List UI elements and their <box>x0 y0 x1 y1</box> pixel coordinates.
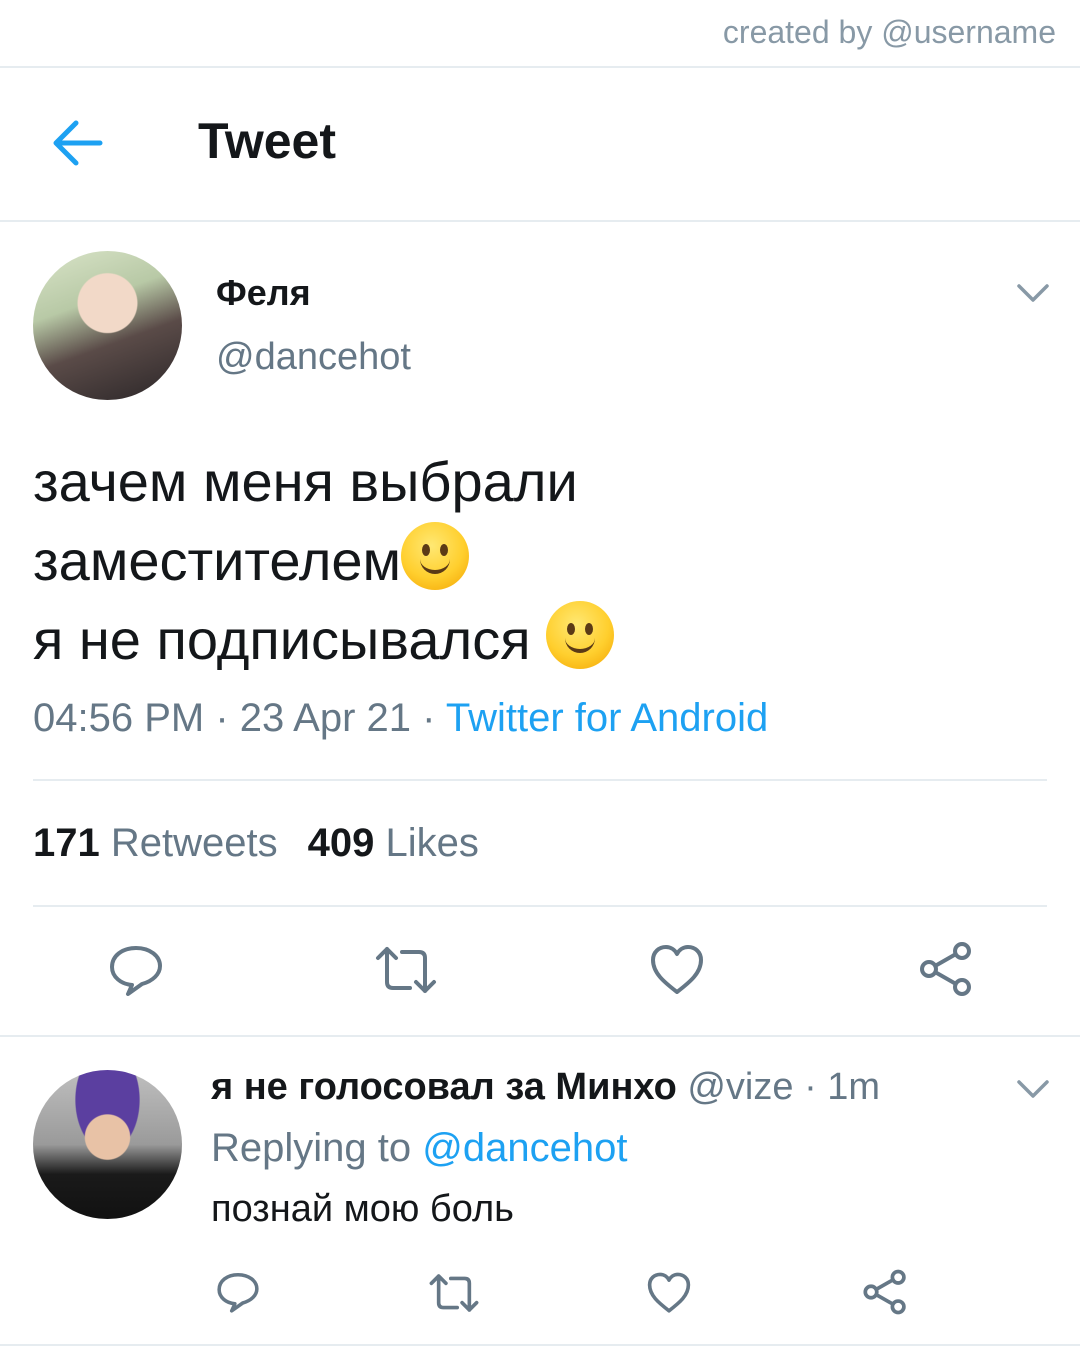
reply-icon <box>110 946 162 996</box>
smiling-face-emoji <box>401 522 470 590</box>
tweet-time: 04:56 PM <box>33 696 205 740</box>
retweets-count: 171 <box>33 821 100 865</box>
page-title: Tweet <box>198 113 336 169</box>
thread-divider <box>0 1035 1080 1037</box>
tweet-text-segment: заместителем <box>33 529 402 592</box>
tweet-text-segment: я не подписывался <box>33 608 547 671</box>
reply-share-button[interactable] <box>862 1269 908 1315</box>
likes-label: Likes <box>385 821 479 865</box>
replying-mention[interactable]: @dancehot <box>422 1126 627 1170</box>
likes-count: 409 <box>307 821 375 865</box>
tweet-date: 23 Apr 21 <box>239 696 412 740</box>
tweet-text-line: зачем меня выбрали <box>33 450 578 513</box>
reply-icon <box>217 1272 259 1313</box>
reply-timestamp: · 1m <box>804 1066 881 1108</box>
retweet-icon <box>429 1274 479 1312</box>
reply-button[interactable] <box>108 942 164 998</box>
author-handle[interactable]: @dancehot <box>216 336 411 379</box>
stats-divider <box>33 905 1047 907</box>
header-bar: Tweet <box>0 68 1080 220</box>
arrow-left-icon <box>53 120 103 166</box>
author-name[interactable]: Феля <box>216 272 311 314</box>
reply-header: я не голосовал за Минхо @vize · 1m <box>211 1066 880 1109</box>
meta-separator: · <box>411 696 446 740</box>
chevron-down-icon[interactable] <box>1016 282 1050 304</box>
author-avatar[interactable] <box>33 251 182 400</box>
retweet-icon <box>376 947 436 993</box>
header-divider <box>0 220 1080 222</box>
reply-like-button[interactable] <box>647 1272 691 1314</box>
like-icon <box>651 945 703 994</box>
share-icon <box>920 942 971 996</box>
reply-author-name[interactable]: я не голосовал за Минхо <box>211 1066 677 1108</box>
back-button[interactable] <box>48 116 108 170</box>
share-button[interactable] <box>918 941 974 997</box>
chevron-down-icon[interactable] <box>1016 1078 1050 1100</box>
tweet-text-line: заместителем <box>33 521 614 600</box>
tweet-stats: 171 Retweets 409 Likes <box>33 821 479 866</box>
reply-author-handle[interactable]: @vize <box>687 1066 793 1108</box>
share-icon <box>863 1269 906 1315</box>
retweets-label: Retweets <box>110 821 278 865</box>
reply-text: познай мою боль <box>211 1188 514 1230</box>
retweets-stat[interactable]: 171 Retweets <box>33 821 278 865</box>
replying-label: Replying to <box>211 1126 412 1170</box>
reply-reply-button[interactable] <box>216 1270 260 1314</box>
like-button[interactable] <box>650 944 704 996</box>
replying-to: Replying to @dancehot <box>211 1126 627 1171</box>
bottom-divider <box>0 1344 1080 1346</box>
like-icon <box>647 1272 691 1313</box>
meta-divider <box>33 779 1047 781</box>
credit-text: created by @username <box>722 14 1056 50</box>
tweet-text-line: я не подписывался <box>33 600 615 679</box>
likes-stat[interactable]: 409 Likes <box>308 821 479 865</box>
reply-retweet-button[interactable] <box>428 1272 480 1314</box>
tweet-text: зачем меня выбрали заместителем я не под… <box>33 442 615 679</box>
tweet-source-link[interactable]: Twitter for Android <box>446 696 768 740</box>
reply-author-avatar[interactable] <box>33 1070 182 1219</box>
retweet-button[interactable] <box>374 944 438 996</box>
meta-separator: · <box>204 696 240 740</box>
tweet-meta: 04:56 PM · 23 Apr 21 · Twitter for Andro… <box>33 696 768 741</box>
smiling-face-emoji <box>546 601 615 669</box>
